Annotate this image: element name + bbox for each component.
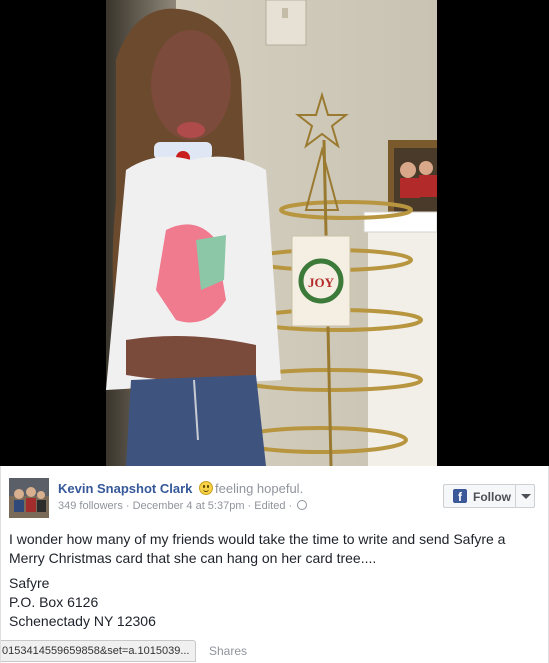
chevron-down-icon[interactable] — [521, 494, 531, 499]
post-message: I wonder how many of my friends would ta… — [9, 531, 506, 566]
button-divider — [515, 485, 516, 507]
follow-label: Follow — [473, 490, 511, 504]
meta-separator: · — [285, 500, 296, 512]
globe-icon[interactable] — [297, 500, 308, 510]
shares-link[interactable]: Shares — [209, 644, 247, 658]
author-name-link[interactable]: Kevin Snapshot Clark — [58, 481, 192, 496]
address-city: Schenectady NY 12306 — [9, 613, 156, 629]
card-joy-label: JOY — [308, 275, 335, 290]
post-photo[interactable]: JOY — [106, 0, 437, 466]
author-avatar[interactable] — [9, 478, 49, 518]
photo-area: JOY — [0, 0, 549, 466]
address-name: Safyre — [9, 575, 50, 591]
follow-button[interactable]: f Follow — [443, 484, 535, 508]
meta-separator: · — [244, 500, 255, 512]
edited-link[interactable]: Edited — [254, 500, 285, 512]
post-meta: 349 followers · December 4 at 5:37pm · E… — [58, 500, 308, 512]
followers-count[interactable]: 349 followers — [58, 500, 123, 512]
post-card: Kevin Snapshot Clark feeling hopeful. 34… — [0, 466, 549, 663]
browser-status-url: 0153414559659858&set=a.1015039... — [1, 640, 197, 662]
address-box: P.O. Box 6126 — [9, 594, 99, 610]
meta-separator: · — [122, 500, 133, 512]
facebook-icon: f — [453, 489, 467, 504]
post-timestamp-link[interactable]: December 4 at 5:37pm — [133, 500, 245, 512]
smiley-icon — [199, 481, 213, 495]
feeling-text: feeling hopeful. — [215, 481, 304, 496]
mailing-address: Safyre P.O. Box 6126 Schenectady NY 1230… — [9, 574, 156, 631]
author-line: Kevin Snapshot Clark feeling hopeful. — [58, 481, 303, 496]
post-body: I wonder how many of my friends would ta… — [9, 530, 539, 568]
